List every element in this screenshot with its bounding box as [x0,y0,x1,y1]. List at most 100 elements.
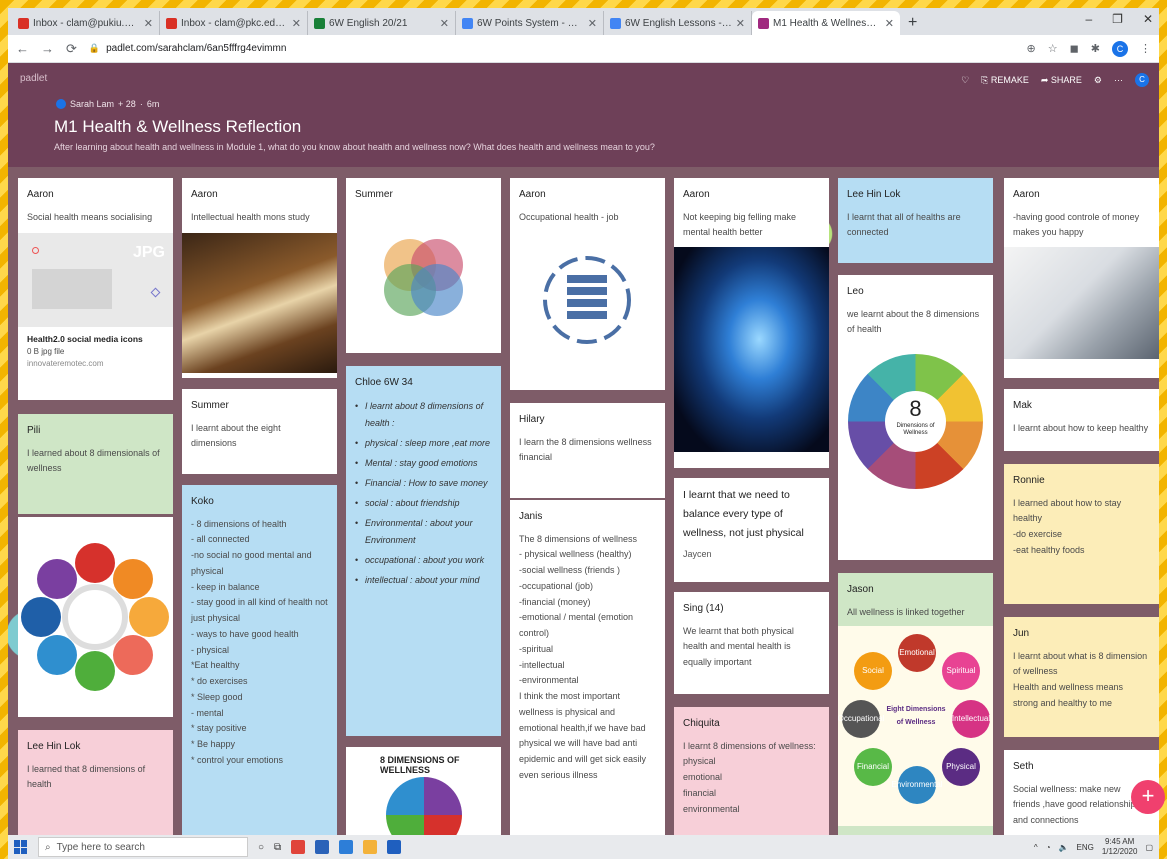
url-field[interactable]: 🔒 padlet.com/sarahclam/6an5fffrg4evimmn [89,43,1015,54]
post-card[interactable]: Aaron Not keeping big felling make menta… [674,178,829,468]
tab-close-icon[interactable]: ✕ [440,17,449,30]
heart-icon[interactable]: ♡ [961,75,969,86]
post-card[interactable]: Lee Hin Lok I learnt that all of healths… [838,178,993,263]
profile-avatar[interactable]: C [1112,40,1128,57]
post-line: -environmental [519,675,579,686]
windows-start-icon[interactable] [14,840,28,854]
author-avatar [56,99,66,109]
clock[interactable]: 9:45 AM 1/12/2020 [1102,837,1138,856]
post-line: -occupational (job) [519,580,594,591]
post-card[interactable]: Jun I learnt about what is 8 dimension o… [1004,617,1159,737]
add-post-button[interactable]: + [1131,780,1165,814]
list-item: Mental : stay good emotions [355,455,492,472]
finance-image [1004,247,1159,359]
extension-icon[interactable]: ◼ [1070,42,1079,55]
tray-arrow-icon[interactable]: ^ [1034,843,1038,852]
explorer-icon[interactable] [363,840,378,854]
post-card[interactable]: Hilary I learn the 8 dimensions wellness… [510,403,665,498]
clock-date: 1/12/2020 [1101,847,1138,856]
word-icon[interactable] [387,840,402,854]
tab-title: 6W Points System - Google Docs [477,17,584,29]
post-card[interactable]: Leo we learnt about the 8 dimensions of … [838,275,993,560]
remake-button[interactable]: ⎘ REMAKE [981,75,1029,86]
edge-icon[interactable] [339,840,354,854]
chrome-icon[interactable] [291,840,306,854]
network-icon[interactable]: ◔ [1046,843,1051,852]
share-button[interactable]: ➦ SHARE [1041,75,1082,86]
post-body: All wellness is linked together [847,606,965,617]
task-view-icon[interactable]: ⧉ [274,842,281,853]
post-card[interactable]: Aaron -having good controle of money mak… [1004,178,1159,378]
taskbar-search[interactable]: ⌕ Type here to search [38,837,248,857]
close-window-button[interactable]: ✕ [1143,12,1153,26]
puzzle-icon[interactable]: ✱ [1091,42,1100,55]
post-card[interactable]: Jason All wellness is linked together Em… [838,573,993,835]
tab-close-icon[interactable]: ✕ [144,17,153,30]
post-body: We learnt that both physical health and … [683,625,794,668]
more-icon[interactable]: ··· [1114,75,1123,85]
volume-icon[interactable]: 🔈 [1059,843,1069,852]
browser-tab[interactable]: 6W Points System - Google Docs ✕ [456,11,604,35]
settings-icon[interactable]: ⚙ [1094,75,1102,86]
tab-close-icon[interactable]: ✕ [588,17,597,30]
browser-tab[interactable]: Inbox - clam@pkc.edu.hk - Pui C ✕ [160,11,308,35]
post-card[interactable]: Aaron Social health means socialising JP… [18,178,173,400]
list-item: I learnt about 8 dimensions of health : [355,398,492,432]
browser-tab[interactable]: Inbox - clam@pukiu.edu.hk - Pu ✕ [12,11,160,35]
link-preview[interactable]: JPG Health2.0 social media icons 0 B jpg… [18,233,173,376]
forward-icon[interactable]: → [41,41,54,56]
link-thumbnail: JPG [18,233,173,328]
new-tab-button[interactable]: + [900,11,925,35]
post-line: - ways to have good health [191,628,299,639]
post-card[interactable]: Summer [346,178,501,353]
zoom-icon[interactable]: ⊕ [1027,42,1036,55]
back-icon[interactable]: ← [16,41,29,56]
browser-tab[interactable]: M1 Health & Wellness Reflection ✕ [752,11,900,35]
user-avatar[interactable]: C [1135,73,1149,87]
browser-tab[interactable]: 6W English Lessons - Google Doc ✕ [604,11,752,35]
diagram-center-label: Eight Dimensions of Wellness [886,706,946,726]
post-author: Leo [847,286,864,297]
post-line: - all connected [191,534,250,545]
tab-close-icon[interactable]: ✕ [736,17,745,30]
tab-close-icon[interactable]: ✕ [885,17,894,30]
tab-close-icon[interactable]: ✕ [292,17,301,30]
post-card[interactable]: Lee Hin Lok I learned that 8 dimensions … [18,730,173,835]
post-card[interactable]: Sing (14) We learnt that both physical h… [674,592,829,694]
app-icon[interactable] [315,840,330,854]
post-author: Jason [847,584,874,595]
post-card[interactable]: Pili I learned about 8 dimensionals of w… [18,414,173,514]
author-name: Sarah Lam [70,99,115,109]
post-card[interactable]: Ronnie I learned about how to stay healt… [1004,464,1159,604]
language-indicator[interactable]: ENG [1077,843,1094,852]
post-card[interactable]: Summer I learnt about the eight dimensio… [182,389,337,474]
post-body: Occupational health - job [519,211,619,222]
padlet-logo[interactable]: padlet [20,73,47,84]
dimensions-image[interactable]: 8 DIMENSIONS OF WELLNESS [346,747,501,835]
wellness-wheel-image[interactable] [18,517,173,717]
post-card[interactable]: Chiquita I learnt 8 dimensions of wellne… [674,707,829,835]
post-card[interactable]: Aaron Intellectual health mons study [182,178,337,378]
reload-icon[interactable]: ⟳ [66,41,77,57]
header-actions: ♡ ⎘ REMAKE ➦ SHARE ⚙ ··· C [961,73,1149,87]
maximize-button[interactable]: ❐ [1112,12,1123,26]
post-card[interactable]: Aaron Occupational health - job [510,178,665,390]
post-card[interactable]: Janis The 8 dimensions of wellness - phy… [510,500,665,835]
dimensions-wheel: 8 Dimensions of Wellness [847,344,984,524]
post-body: I learned that 8 dimensions of health [27,763,146,790]
post-card[interactable]: Koko - 8 dimensions of health - all conn… [182,485,337,835]
minimize-button[interactable]: – [1085,12,1092,26]
post-card[interactable]: Mak I learnt about how to keep healthy [1004,389,1159,451]
cortana-icon[interactable]: ○ [258,842,264,853]
star-icon[interactable]: ☆ [1048,42,1058,55]
tab-title: Inbox - clam@pukiu.edu.hk - Pu [33,17,140,29]
post-line: -no social no good mental and physical [191,550,312,576]
post-line: -spiritual [519,643,554,654]
post-body: Social health means socialising [27,211,153,222]
post-author: Seth [1013,761,1034,772]
post-card[interactable]: Chloe 6W 34 I learnt about 8 dimensions … [346,366,501,736]
post-card[interactable]: I learnt that we need to balance every t… [674,478,829,582]
browser-tab[interactable]: 6W English 20/21 ✕ [308,11,456,35]
notifications-icon[interactable]: ▢ [1145,843,1153,852]
menu-icon[interactable]: ⋮ [1140,42,1151,55]
